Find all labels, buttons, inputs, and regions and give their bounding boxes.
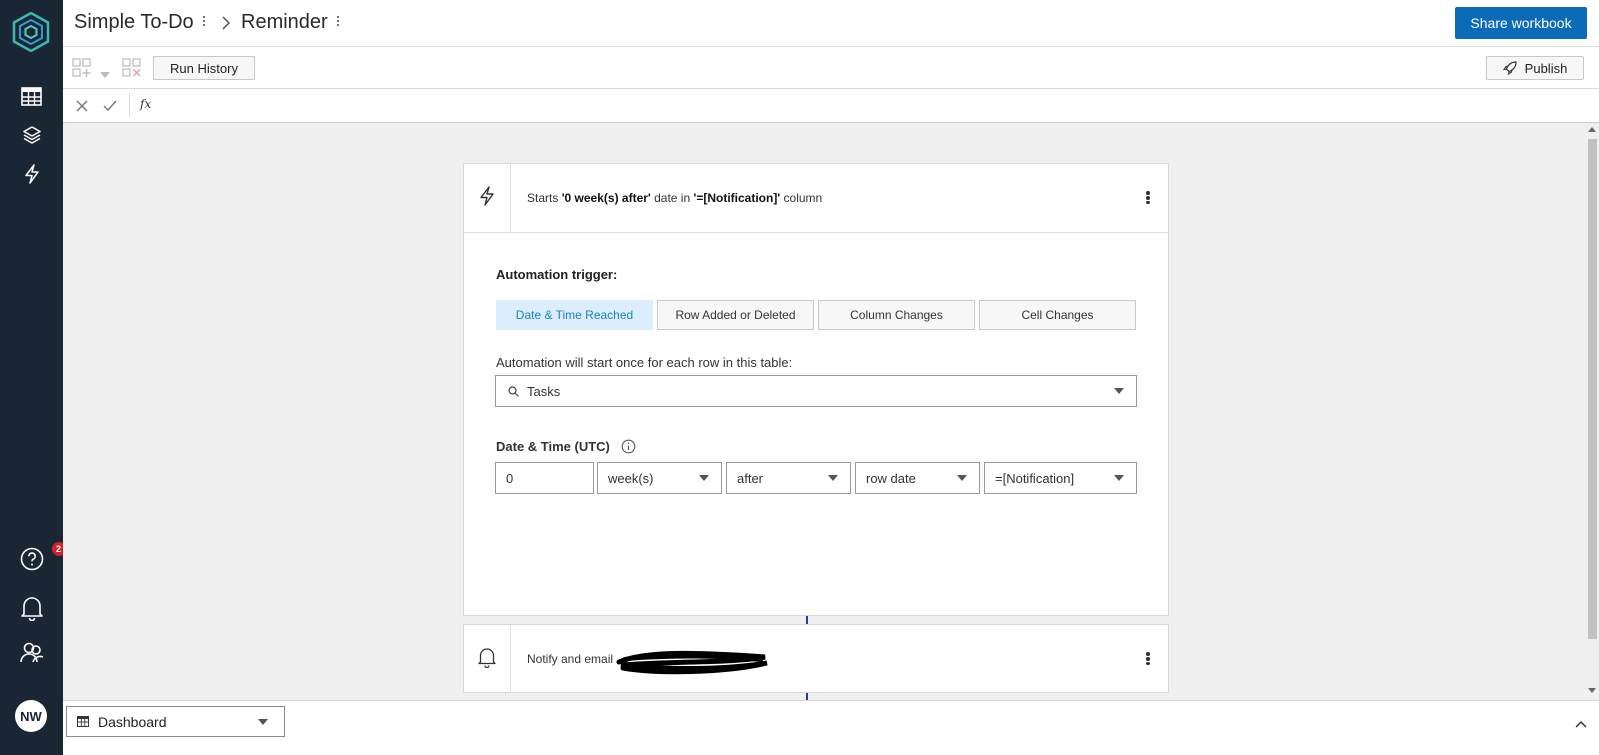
rocket-icon bbox=[1502, 61, 1517, 75]
trigger-summary: Starts '0 week(s) after' date in '=[Noti… bbox=[527, 191, 822, 205]
help-icon: 2 bbox=[20, 542, 66, 571]
user-avatar[interactable]: NW bbox=[15, 700, 47, 732]
publish-button[interactable]: Publish bbox=[1486, 56, 1584, 80]
column-value: =[Notification] bbox=[995, 470, 1075, 486]
help-button[interactable]: 2 bbox=[0, 540, 66, 578]
action-card-header[interactable]: Notify and email bbox=[464, 625, 1168, 694]
summary-offset: '0 week(s) after' bbox=[561, 191, 651, 205]
breadcrumb-chevron-icon bbox=[221, 16, 231, 35]
unit-select[interactable]: week(s) bbox=[597, 462, 722, 494]
vertical-scrollbar[interactable] bbox=[1585, 123, 1599, 715]
info-icon[interactable] bbox=[621, 439, 636, 457]
table-select-value: Tasks bbox=[527, 383, 561, 399]
bell-icon bbox=[477, 646, 497, 673]
summary-column: '=[Notification]' bbox=[693, 191, 781, 205]
datetime-label-text: Date & Time (UTC) bbox=[496, 439, 610, 454]
summary-mid: date in bbox=[650, 191, 694, 205]
chevron-down-icon bbox=[699, 475, 709, 481]
layers-icon bbox=[22, 125, 42, 145]
bell-icon bbox=[20, 595, 44, 621]
lightning-icon bbox=[479, 185, 495, 211]
users-button[interactable] bbox=[0, 634, 63, 672]
add-component-icon[interactable] bbox=[72, 58, 92, 83]
left-rail: 2 NW bbox=[0, 0, 66, 755]
scrollbar-thumb[interactable] bbox=[1588, 139, 1597, 639]
chevron-down-icon bbox=[828, 475, 838, 481]
offset-value: 0 bbox=[506, 470, 514, 486]
scroll-up-icon[interactable] bbox=[1588, 127, 1596, 132]
add-component-dropdown-icon[interactable] bbox=[100, 65, 110, 83]
tab-date-time-reached[interactable]: Date & Time Reached bbox=[496, 300, 653, 330]
column-select[interactable]: =[Notification] bbox=[984, 462, 1137, 494]
page-switcher-value: Dashboard bbox=[98, 713, 167, 730]
table-grid-icon bbox=[77, 716, 89, 727]
action-more-button[interactable] bbox=[1145, 651, 1151, 669]
tab-cell-changes[interactable]: Cell Changes bbox=[979, 300, 1136, 330]
chevron-down-icon bbox=[258, 719, 268, 725]
offset-input[interactable]: 0 bbox=[495, 462, 594, 494]
page-switcher[interactable]: Dashboard bbox=[66, 706, 285, 737]
chevron-up-icon[interactable] bbox=[1575, 715, 1587, 733]
flow-connector bbox=[806, 616, 808, 624]
chevron-down-icon bbox=[1114, 388, 1124, 394]
remove-component-icon[interactable] bbox=[122, 58, 142, 83]
search-icon bbox=[508, 385, 519, 397]
automation-trigger-title: Automation trigger: bbox=[496, 267, 618, 282]
table-grid-icon bbox=[21, 86, 42, 106]
trigger-card-header[interactable]: Starts '0 week(s) after' date in '=[Noti… bbox=[464, 164, 1168, 233]
tables-nav-button[interactable] bbox=[0, 77, 63, 115]
reference-select[interactable]: row date bbox=[855, 462, 980, 494]
bottom-bar: Dashboard bbox=[63, 700, 1599, 755]
run-history-button[interactable]: Run History bbox=[153, 56, 255, 80]
action-card: Notify and email bbox=[463, 624, 1169, 693]
direction-value: after bbox=[737, 470, 764, 486]
summary-prefix: Starts bbox=[527, 191, 562, 205]
lightning-icon bbox=[24, 164, 40, 184]
chevron-down-icon bbox=[957, 475, 967, 481]
formula-bar: fx bbox=[63, 89, 1599, 123]
direction-select[interactable]: after bbox=[726, 462, 851, 494]
table-select-label: Automation will start once for each row … bbox=[496, 355, 793, 370]
unit-value: week(s) bbox=[608, 470, 654, 486]
users-icon bbox=[19, 641, 45, 665]
action-summary: Notify and email bbox=[527, 652, 613, 666]
trigger-card: Starts '0 week(s) after' date in '=[Noti… bbox=[463, 163, 1169, 616]
automation-canvas: Starts '0 week(s) after' date in '=[Noti… bbox=[63, 123, 1585, 715]
trigger-icon-cell bbox=[464, 164, 511, 232]
tab-row-added-or-deleted[interactable]: Row Added or Deleted bbox=[657, 300, 814, 330]
redacted-recipient bbox=[615, 649, 771, 680]
share-workbook-button[interactable]: Share workbook bbox=[1455, 7, 1587, 39]
cancel-formula-icon[interactable] bbox=[76, 99, 88, 117]
notifications-button[interactable] bbox=[0, 589, 63, 627]
action-icon-cell bbox=[464, 625, 511, 693]
confirm-formula-icon[interactable] bbox=[103, 99, 117, 117]
automations-nav-button[interactable] bbox=[0, 155, 63, 193]
table-select[interactable]: Tasks bbox=[495, 375, 1137, 407]
page-more-button[interactable] bbox=[335, 14, 341, 30]
publish-label: Publish bbox=[1524, 60, 1568, 76]
app-header: Simple To-Do Reminder Share workbook bbox=[63, 0, 1599, 47]
summary-suffix: column bbox=[780, 191, 823, 205]
trigger-more-button[interactable] bbox=[1145, 190, 1151, 208]
datetime-label: Date & Time (UTC) bbox=[496, 439, 636, 454]
scroll-down-icon[interactable] bbox=[1588, 688, 1596, 693]
trigger-type-tabs: Date & Time Reached Row Added or Deleted… bbox=[496, 300, 1136, 330]
page-name[interactable]: Reminder bbox=[241, 11, 328, 34]
action-summary-text: Notify and email bbox=[527, 652, 614, 666]
tab-column-changes[interactable]: Column Changes bbox=[818, 300, 975, 330]
formula-divider bbox=[129, 93, 130, 117]
layers-nav-button[interactable] bbox=[0, 116, 63, 154]
workbook-more-button[interactable] bbox=[201, 14, 207, 30]
toolbar: Run History Publish bbox=[63, 47, 1599, 89]
app-logo-icon[interactable] bbox=[12, 11, 50, 53]
reference-value: row date bbox=[866, 470, 916, 486]
chevron-down-icon bbox=[1114, 475, 1124, 481]
workbook-name[interactable]: Simple To-Do bbox=[74, 11, 194, 34]
fx-icon: fx bbox=[140, 97, 152, 111]
